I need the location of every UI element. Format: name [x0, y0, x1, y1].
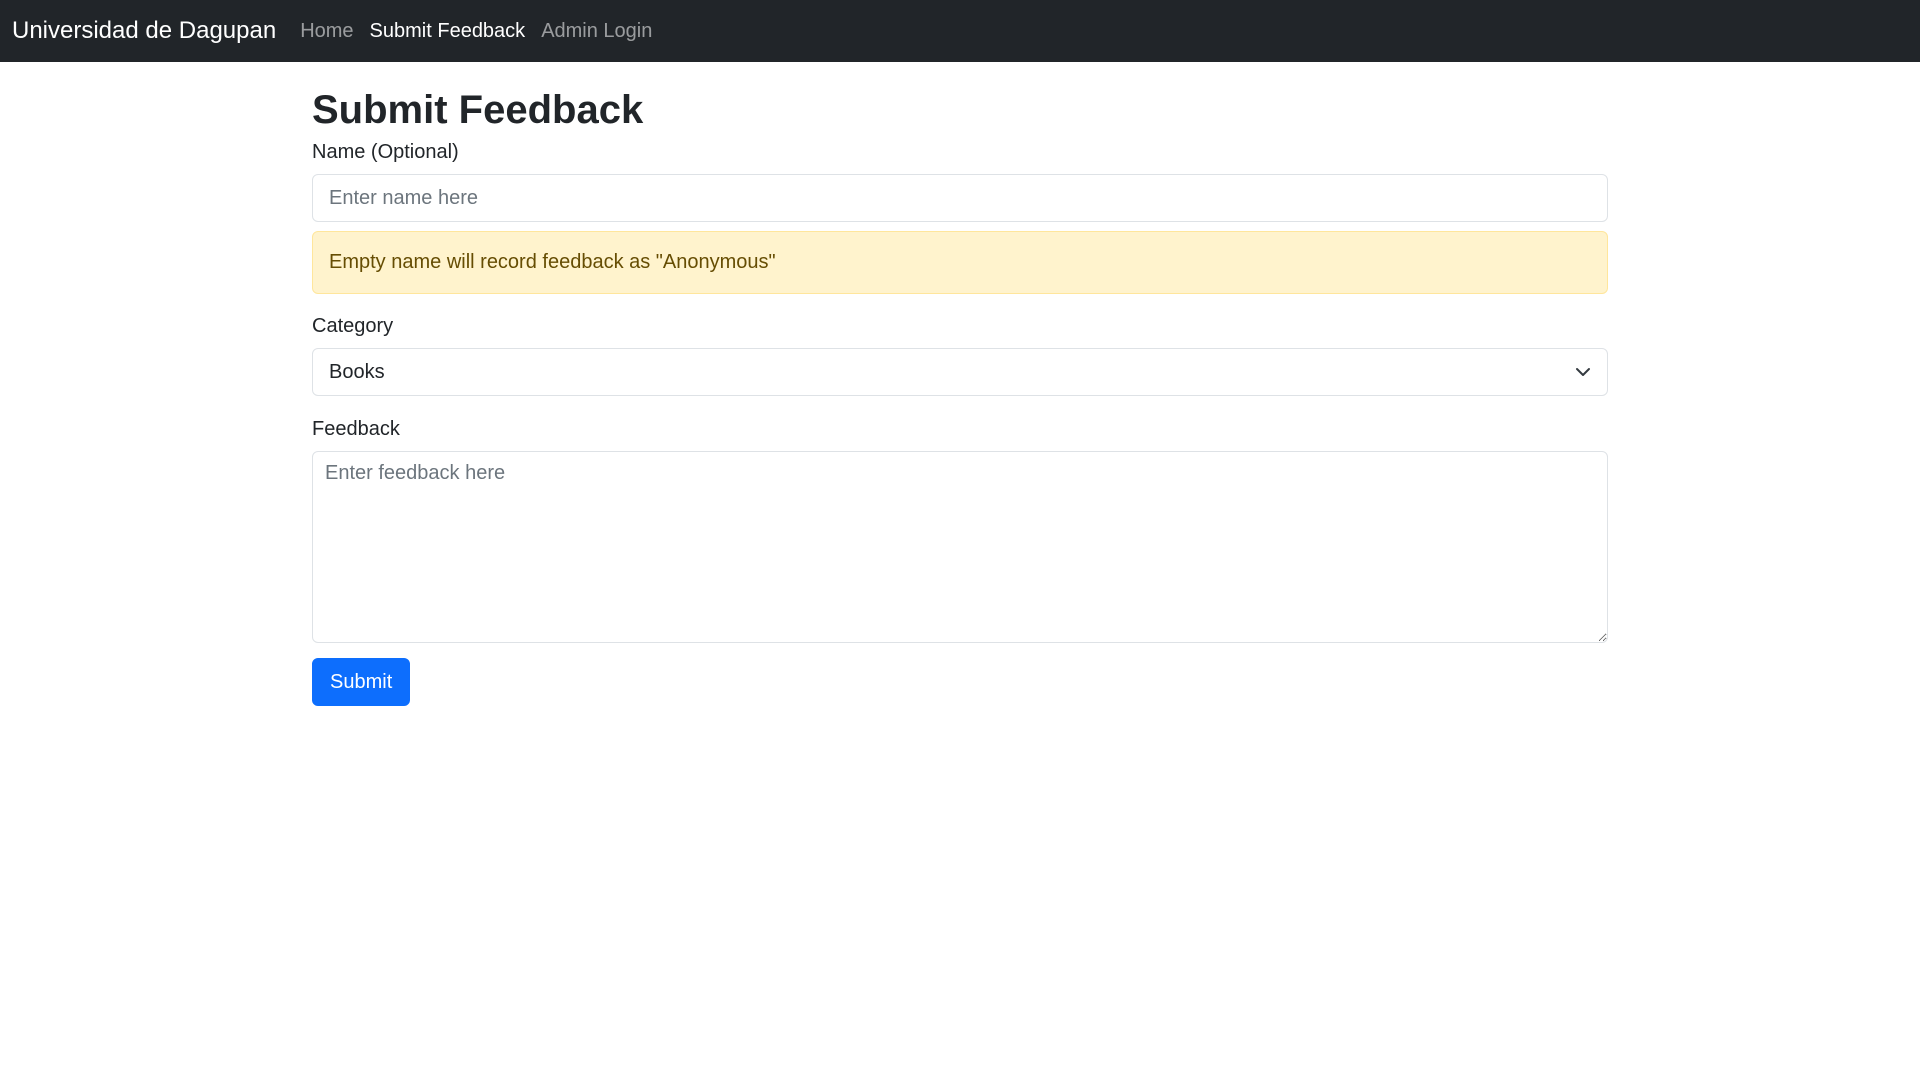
chevron-down-icon [1576, 368, 1590, 376]
nav-link-submit-feedback[interactable]: Submit Feedback [370, 20, 526, 43]
nav-link-admin-login[interactable]: Admin Login [541, 20, 652, 43]
category-select[interactable]: Books [312, 348, 1608, 396]
category-group: Category Books [312, 314, 1608, 396]
anonymous-alert: Empty name will record feedback as "Anon… [312, 231, 1608, 294]
page-title: Submit Feedback [312, 88, 644, 132]
name-input[interactable] [312, 174, 1608, 222]
main-content: Submit Feedback Name (Optional) Empty na… [312, 62, 1608, 706]
nav-links: Home Submit Feedback Admin Login [300, 20, 668, 43]
nav-link-home[interactable]: Home [300, 20, 353, 43]
name-group: Name (Optional) Empty name will record f… [312, 140, 1608, 294]
feedback-label: Feedback [312, 418, 400, 440]
name-label: Name (Optional) [312, 141, 459, 163]
feedback-textarea[interactable] [312, 451, 1608, 643]
navbar: Universidad de Dagupan Home Submit Feedb… [0, 0, 1920, 62]
category-label: Category [312, 315, 394, 337]
feedback-group: Feedback [312, 417, 1608, 643]
submit-button[interactable]: Submit [312, 658, 411, 706]
category-selected-value: Books [329, 360, 385, 383]
brand-link[interactable]: Universidad de Dagupan [12, 17, 276, 45]
